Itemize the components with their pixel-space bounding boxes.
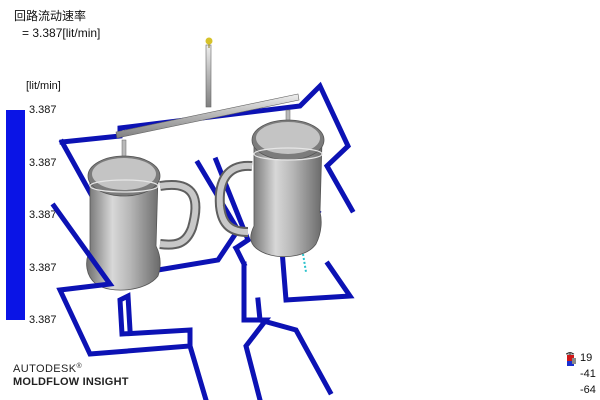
brand-autodesk: AUTODESK®	[13, 363, 83, 375]
sensor-probe-marker[interactable]	[302, 253, 307, 273]
triad-value-0: 19	[580, 352, 593, 364]
brand-product: MOLDFLOW INSIGHT	[13, 376, 129, 388]
model-viewport[interactable]	[0, 0, 600, 400]
triad-value-1: -41	[580, 368, 596, 380]
orientation-triad[interactable]: 19 -41 -64	[566, 352, 598, 398]
triad-value-2: -64	[580, 384, 596, 396]
